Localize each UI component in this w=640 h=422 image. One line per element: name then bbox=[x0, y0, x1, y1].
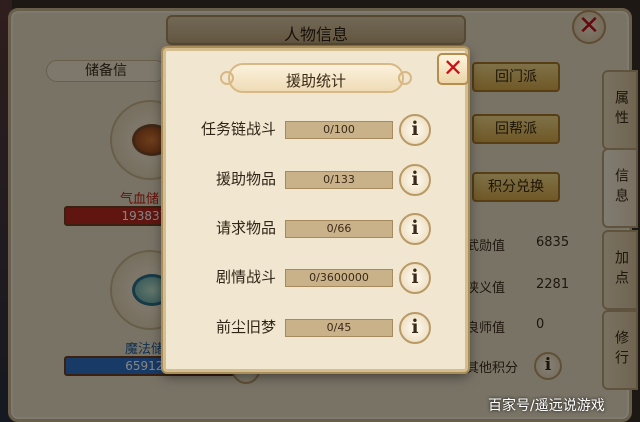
progress-bar: 0/133 bbox=[285, 171, 393, 189]
info-icon[interactable]: i bbox=[399, 213, 431, 245]
row-label: 任务链战斗 bbox=[200, 120, 276, 138]
stat-row: 剧情战斗 0/3600000 i bbox=[166, 258, 471, 298]
info-icon[interactable]: i bbox=[399, 164, 431, 196]
stat-row: 援助物品 0/133 i bbox=[166, 160, 471, 200]
info-icon[interactable]: i bbox=[399, 262, 431, 294]
stat-row: 任务链战斗 0/100 i bbox=[166, 110, 471, 150]
scroll-ornament-icon bbox=[398, 71, 412, 85]
dialog-title: 援助统计 bbox=[285, 72, 346, 90]
progress-bar: 0/3600000 bbox=[285, 269, 393, 287]
info-icon[interactable]: i bbox=[399, 114, 431, 146]
row-label: 援助物品 bbox=[215, 170, 276, 188]
dialog-title-banner: 援助统计 bbox=[220, 63, 412, 93]
info-icon[interactable]: i bbox=[399, 312, 431, 344]
row-label: 剧情战斗 bbox=[215, 268, 276, 286]
stat-row: 请求物品 0/66 i bbox=[166, 209, 471, 249]
row-label: 请求物品 bbox=[215, 219, 276, 237]
row-label: 前尘旧梦 bbox=[215, 318, 276, 336]
aid-statistics-dialog: 援助统计 ✕ 任务链战斗 0/100 i 援助物品 0/133 i 请求物品 0… bbox=[163, 48, 471, 372]
progress-bar: 0/66 bbox=[285, 220, 393, 238]
watermark: 百家号/遥远说游戏 bbox=[488, 398, 605, 414]
dialog-close-button[interactable]: ✕ bbox=[437, 53, 469, 85]
stat-row: 前尘旧梦 0/45 i bbox=[166, 308, 471, 348]
progress-bar: 0/45 bbox=[285, 319, 393, 337]
progress-bar: 0/100 bbox=[285, 121, 393, 139]
